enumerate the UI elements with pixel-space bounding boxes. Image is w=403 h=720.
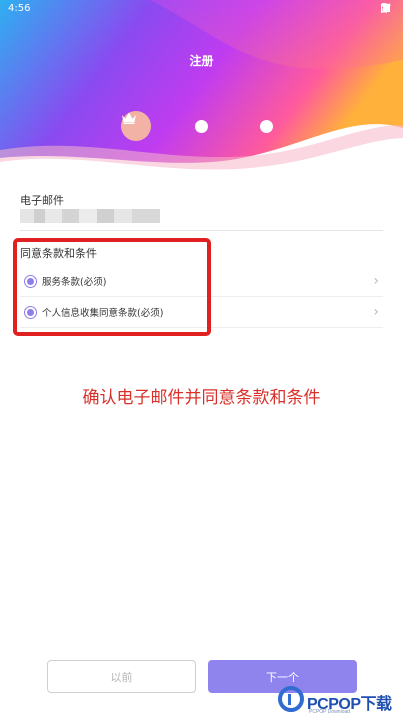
annotation-text: 确认电子邮件并同意条款和条件 <box>82 388 321 408</box>
header-banner: 4:56 注册 <box>0 0 403 175</box>
step-indicator-2 <box>195 120 208 133</box>
email-value-blurred <box>20 209 160 223</box>
divider <box>20 230 383 231</box>
prev-button[interactable]: 以前 <box>47 660 196 693</box>
annotation-highlight-box <box>13 238 211 336</box>
page-title: 注册 <box>189 54 214 68</box>
status-time: 4:56 <box>8 3 31 14</box>
status-bar: 4:56 <box>0 0 403 18</box>
step-indicator-3 <box>260 120 273 133</box>
email-label: 电子邮件 <box>20 194 64 207</box>
watermark-logo-icon <box>278 686 304 712</box>
header-gradient <box>0 0 403 170</box>
watermark-sub: PCPOP Download <box>309 709 351 715</box>
step-indicator-1 <box>121 111 151 141</box>
chevron-right-icon[interactable]: › <box>373 273 379 289</box>
watermark: PCPOP下载 PCPOP Download <box>278 684 400 718</box>
chevron-right-icon[interactable]: › <box>373 304 379 320</box>
